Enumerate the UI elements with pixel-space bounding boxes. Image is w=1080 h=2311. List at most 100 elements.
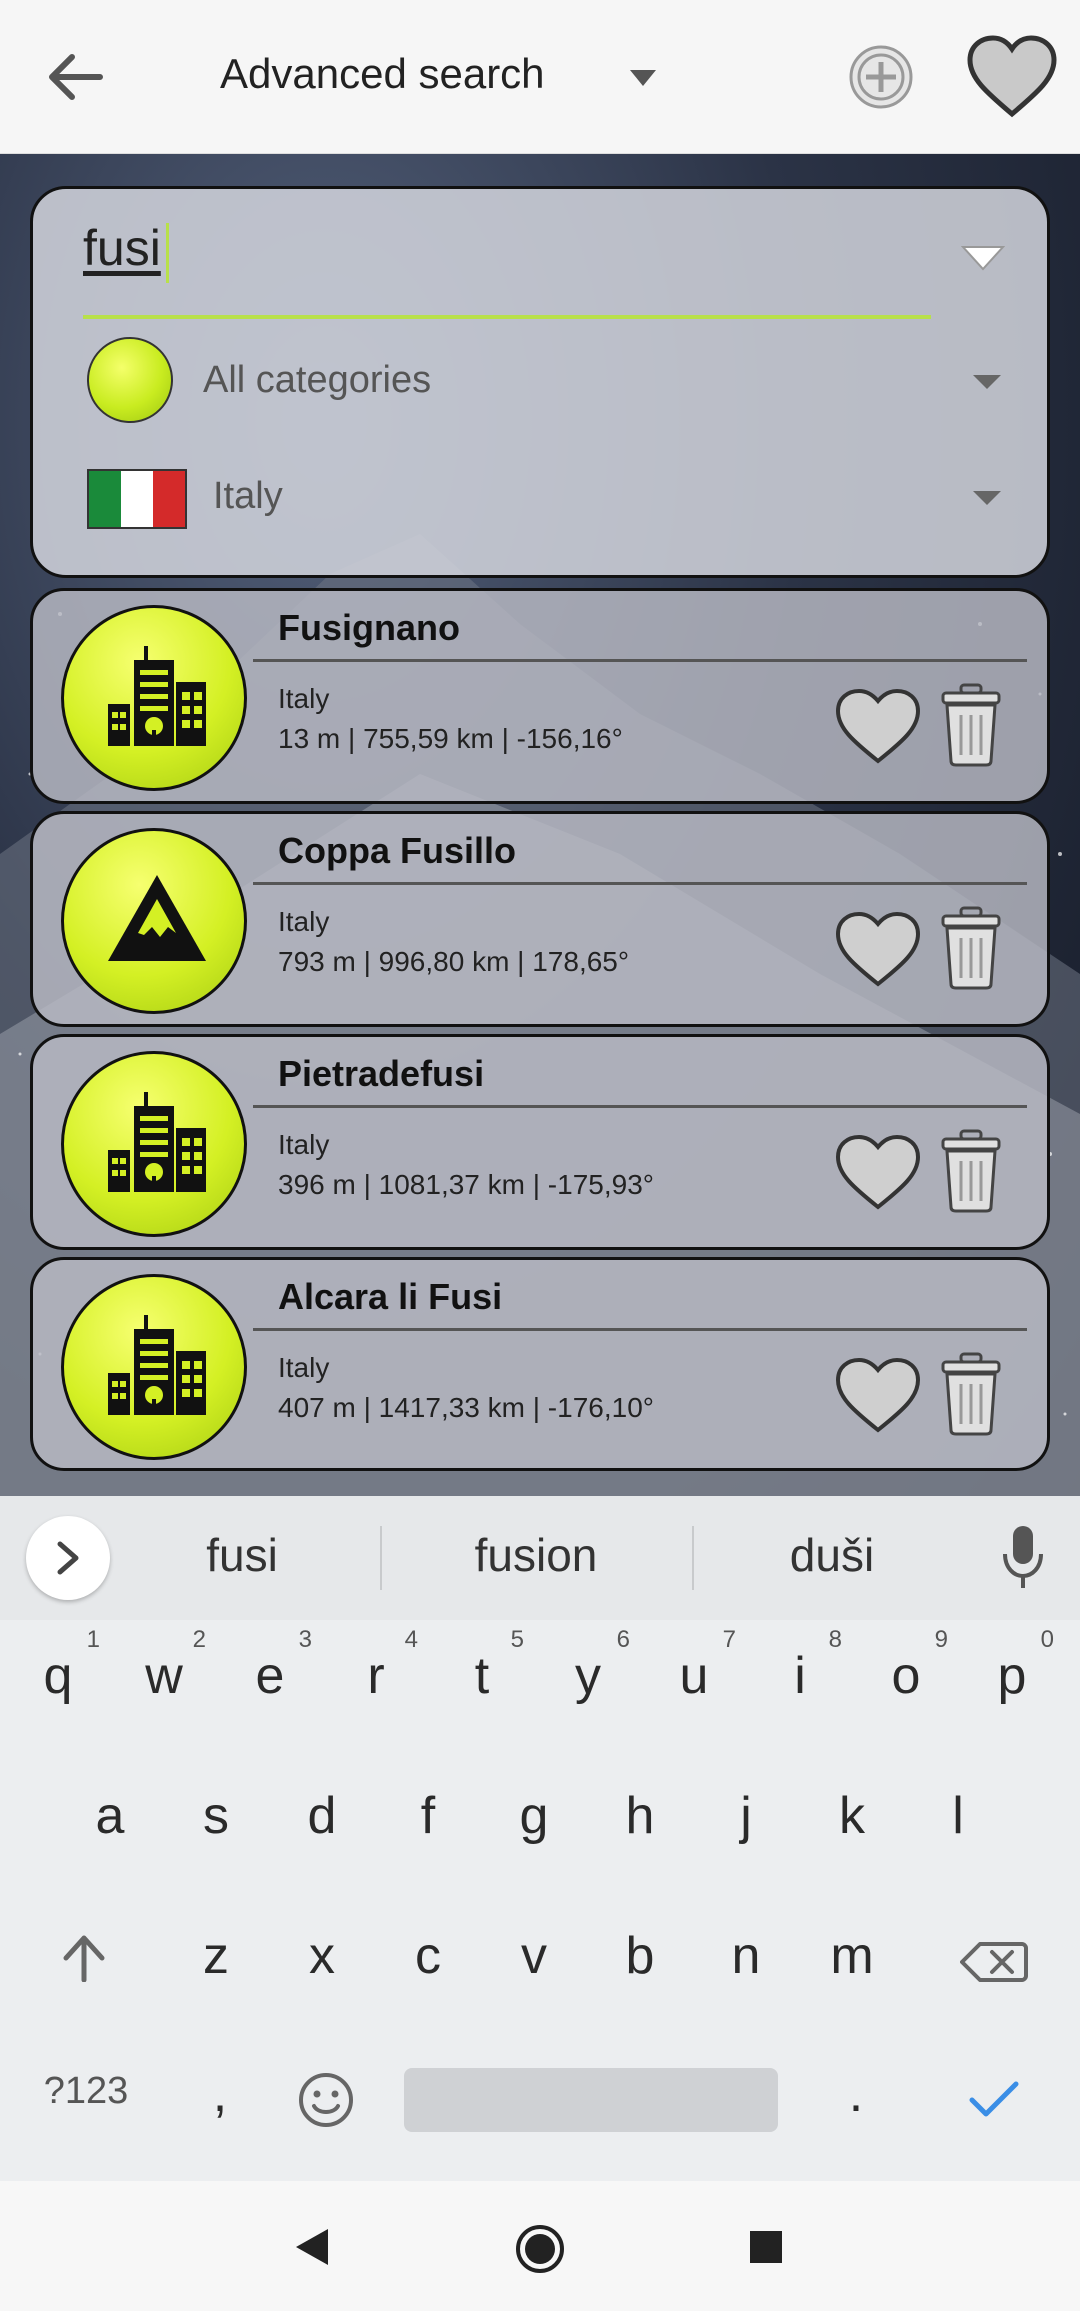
suggestion-item[interactable]: fusion bbox=[406, 1528, 666, 1582]
trash-icon[interactable] bbox=[939, 681, 1003, 767]
key-l[interactable]: l bbox=[908, 1764, 1008, 1874]
key-x[interactable]: x bbox=[272, 1904, 372, 2014]
suggestion-item[interactable]: duši bbox=[702, 1528, 962, 1582]
favorite-heart-icon[interactable] bbox=[833, 910, 923, 990]
chevron-right-icon[interactable] bbox=[26, 1516, 110, 1600]
shift-arrow-icon bbox=[63, 1935, 105, 1982]
favorite-heart-icon[interactable] bbox=[833, 1356, 923, 1436]
system-nav-bar bbox=[0, 2181, 1080, 2311]
period-key[interactable]: . bbox=[806, 2042, 906, 2152]
result-details: 396 m | 1081,37 km | -175,93° bbox=[278, 1169, 654, 1200]
suggestion-strip: fusi fusion duši bbox=[0, 1496, 1080, 1620]
key-r[interactable]: r4 bbox=[326, 1624, 426, 1734]
result-name: Coppa Fusillo bbox=[278, 830, 516, 871]
comma-key[interactable]: , bbox=[170, 2042, 270, 2152]
divider bbox=[692, 1526, 694, 1590]
result-card[interactable]: Pietradefusi Italy 396 m | 1081,37 km | … bbox=[30, 1034, 1050, 1250]
key-z[interactable]: z bbox=[166, 1904, 266, 2014]
key-b[interactable]: b bbox=[590, 1904, 690, 2014]
result-details: 407 m | 1417,33 km | -176,10° bbox=[278, 1392, 654, 1423]
key-t[interactable]: t5 bbox=[432, 1624, 532, 1734]
key-i[interactable]: i8 bbox=[750, 1624, 850, 1734]
trash-icon[interactable] bbox=[939, 1127, 1003, 1213]
space-bar[interactable] bbox=[404, 2068, 778, 2132]
result-details: 793 m | 996,80 km | 178,65° bbox=[278, 946, 630, 977]
key-m[interactable]: m bbox=[802, 1904, 902, 2014]
city-icon bbox=[61, 605, 247, 791]
enter-key[interactable] bbox=[944, 2042, 1044, 2152]
search-panel: fusi All categories Italy bbox=[30, 186, 1050, 578]
key-f[interactable]: f bbox=[378, 1764, 478, 1874]
content-area: fusi All categories Italy Fusignano Ital… bbox=[0, 154, 1080, 1496]
divider bbox=[253, 1105, 1027, 1108]
result-country: Italy bbox=[278, 1352, 330, 1383]
app-bar: Advanced search bbox=[0, 0, 1080, 154]
result-card[interactable]: Coppa Fusillo Italy 793 m | 996,80 km | … bbox=[30, 811, 1050, 1027]
result-details: 13 m | 755,59 km | -156,16° bbox=[278, 723, 623, 754]
backspace-icon bbox=[960, 1942, 1028, 1982]
page-title[interactable]: Advanced search bbox=[220, 50, 545, 98]
key-a[interactable]: a bbox=[60, 1764, 160, 1874]
trash-icon[interactable] bbox=[939, 904, 1003, 990]
key-c[interactable]: c bbox=[378, 1904, 478, 2014]
key-n[interactable]: n bbox=[696, 1904, 796, 2014]
key-y[interactable]: y6 bbox=[538, 1624, 638, 1734]
key-s[interactable]: s bbox=[166, 1764, 266, 1874]
emoji-icon bbox=[299, 2073, 353, 2127]
result-country: Italy bbox=[278, 906, 330, 937]
divider bbox=[253, 1328, 1027, 1331]
backspace-key[interactable] bbox=[944, 1904, 1044, 2014]
search-input[interactable]: fusi bbox=[83, 219, 161, 277]
key-w[interactable]: w2 bbox=[114, 1624, 214, 1734]
heart-icon[interactable] bbox=[966, 34, 1058, 120]
nav-back-icon[interactable] bbox=[292, 2225, 332, 2269]
italy-flag-icon bbox=[87, 469, 187, 529]
divider bbox=[253, 882, 1027, 885]
key-k[interactable]: k bbox=[802, 1764, 902, 1874]
back-arrow-icon[interactable] bbox=[40, 42, 110, 112]
favorite-heart-icon[interactable] bbox=[833, 687, 923, 767]
category-select[interactable]: All categories bbox=[203, 359, 431, 402]
trash-icon[interactable] bbox=[939, 1350, 1003, 1436]
nav-recents-icon[interactable] bbox=[748, 2229, 784, 2265]
result-country: Italy bbox=[278, 683, 330, 714]
key-g[interactable]: g bbox=[484, 1764, 584, 1874]
result-country: Italy bbox=[278, 1129, 330, 1160]
key-u[interactable]: u7 bbox=[644, 1624, 744, 1734]
city-icon bbox=[61, 1274, 247, 1460]
result-name: Pietradefusi bbox=[278, 1053, 485, 1094]
divider bbox=[253, 659, 1027, 662]
result-card[interactable]: Fusignano Italy 13 m | 755,59 km | -156,… bbox=[30, 588, 1050, 804]
mountain-icon bbox=[61, 828, 247, 1014]
key-h[interactable]: h bbox=[590, 1764, 690, 1874]
result-card[interactable]: Alcara li Fusi Italy 407 m | 1417,33 km … bbox=[30, 1257, 1050, 1471]
shift-key[interactable] bbox=[34, 1904, 134, 2014]
checkmark-icon bbox=[969, 2081, 1019, 2117]
favorite-heart-icon[interactable] bbox=[833, 1133, 923, 1213]
key-e[interactable]: e3 bbox=[220, 1624, 320, 1734]
nav-home-icon[interactable] bbox=[514, 2223, 566, 2275]
symbols-key[interactable]: ?123 bbox=[26, 2042, 146, 2152]
country-select[interactable]: Italy bbox=[213, 475, 283, 518]
caret-down-icon[interactable] bbox=[973, 489, 1001, 507]
key-j[interactable]: j bbox=[696, 1764, 796, 1874]
emoji-key[interactable] bbox=[276, 2042, 376, 2152]
caret-down-icon[interactable] bbox=[973, 373, 1001, 391]
key-v[interactable]: v bbox=[484, 1904, 584, 2014]
microphone-icon[interactable] bbox=[1000, 1522, 1046, 1592]
divider bbox=[380, 1526, 382, 1590]
city-icon bbox=[61, 1051, 247, 1237]
result-name: Alcara li Fusi bbox=[278, 1276, 503, 1317]
key-p[interactable]: p0 bbox=[962, 1624, 1062, 1734]
soft-keyboard: fusi fusion duši q1 w2 e3 r4 t5 y6 u7 i8… bbox=[0, 1496, 1080, 2181]
key-d[interactable]: d bbox=[272, 1764, 372, 1874]
result-name: Fusignano bbox=[278, 607, 460, 648]
dropdown-triangle-icon[interactable] bbox=[961, 243, 1005, 273]
key-q[interactable]: q1 bbox=[8, 1624, 108, 1734]
key-o[interactable]: o9 bbox=[856, 1624, 956, 1734]
category-color-icon bbox=[87, 337, 173, 423]
suggestion-item[interactable]: fusi bbox=[112, 1528, 372, 1582]
add-circle-icon[interactable] bbox=[848, 44, 914, 110]
caret-down-icon[interactable] bbox=[628, 66, 658, 90]
search-input-underline bbox=[83, 315, 931, 319]
